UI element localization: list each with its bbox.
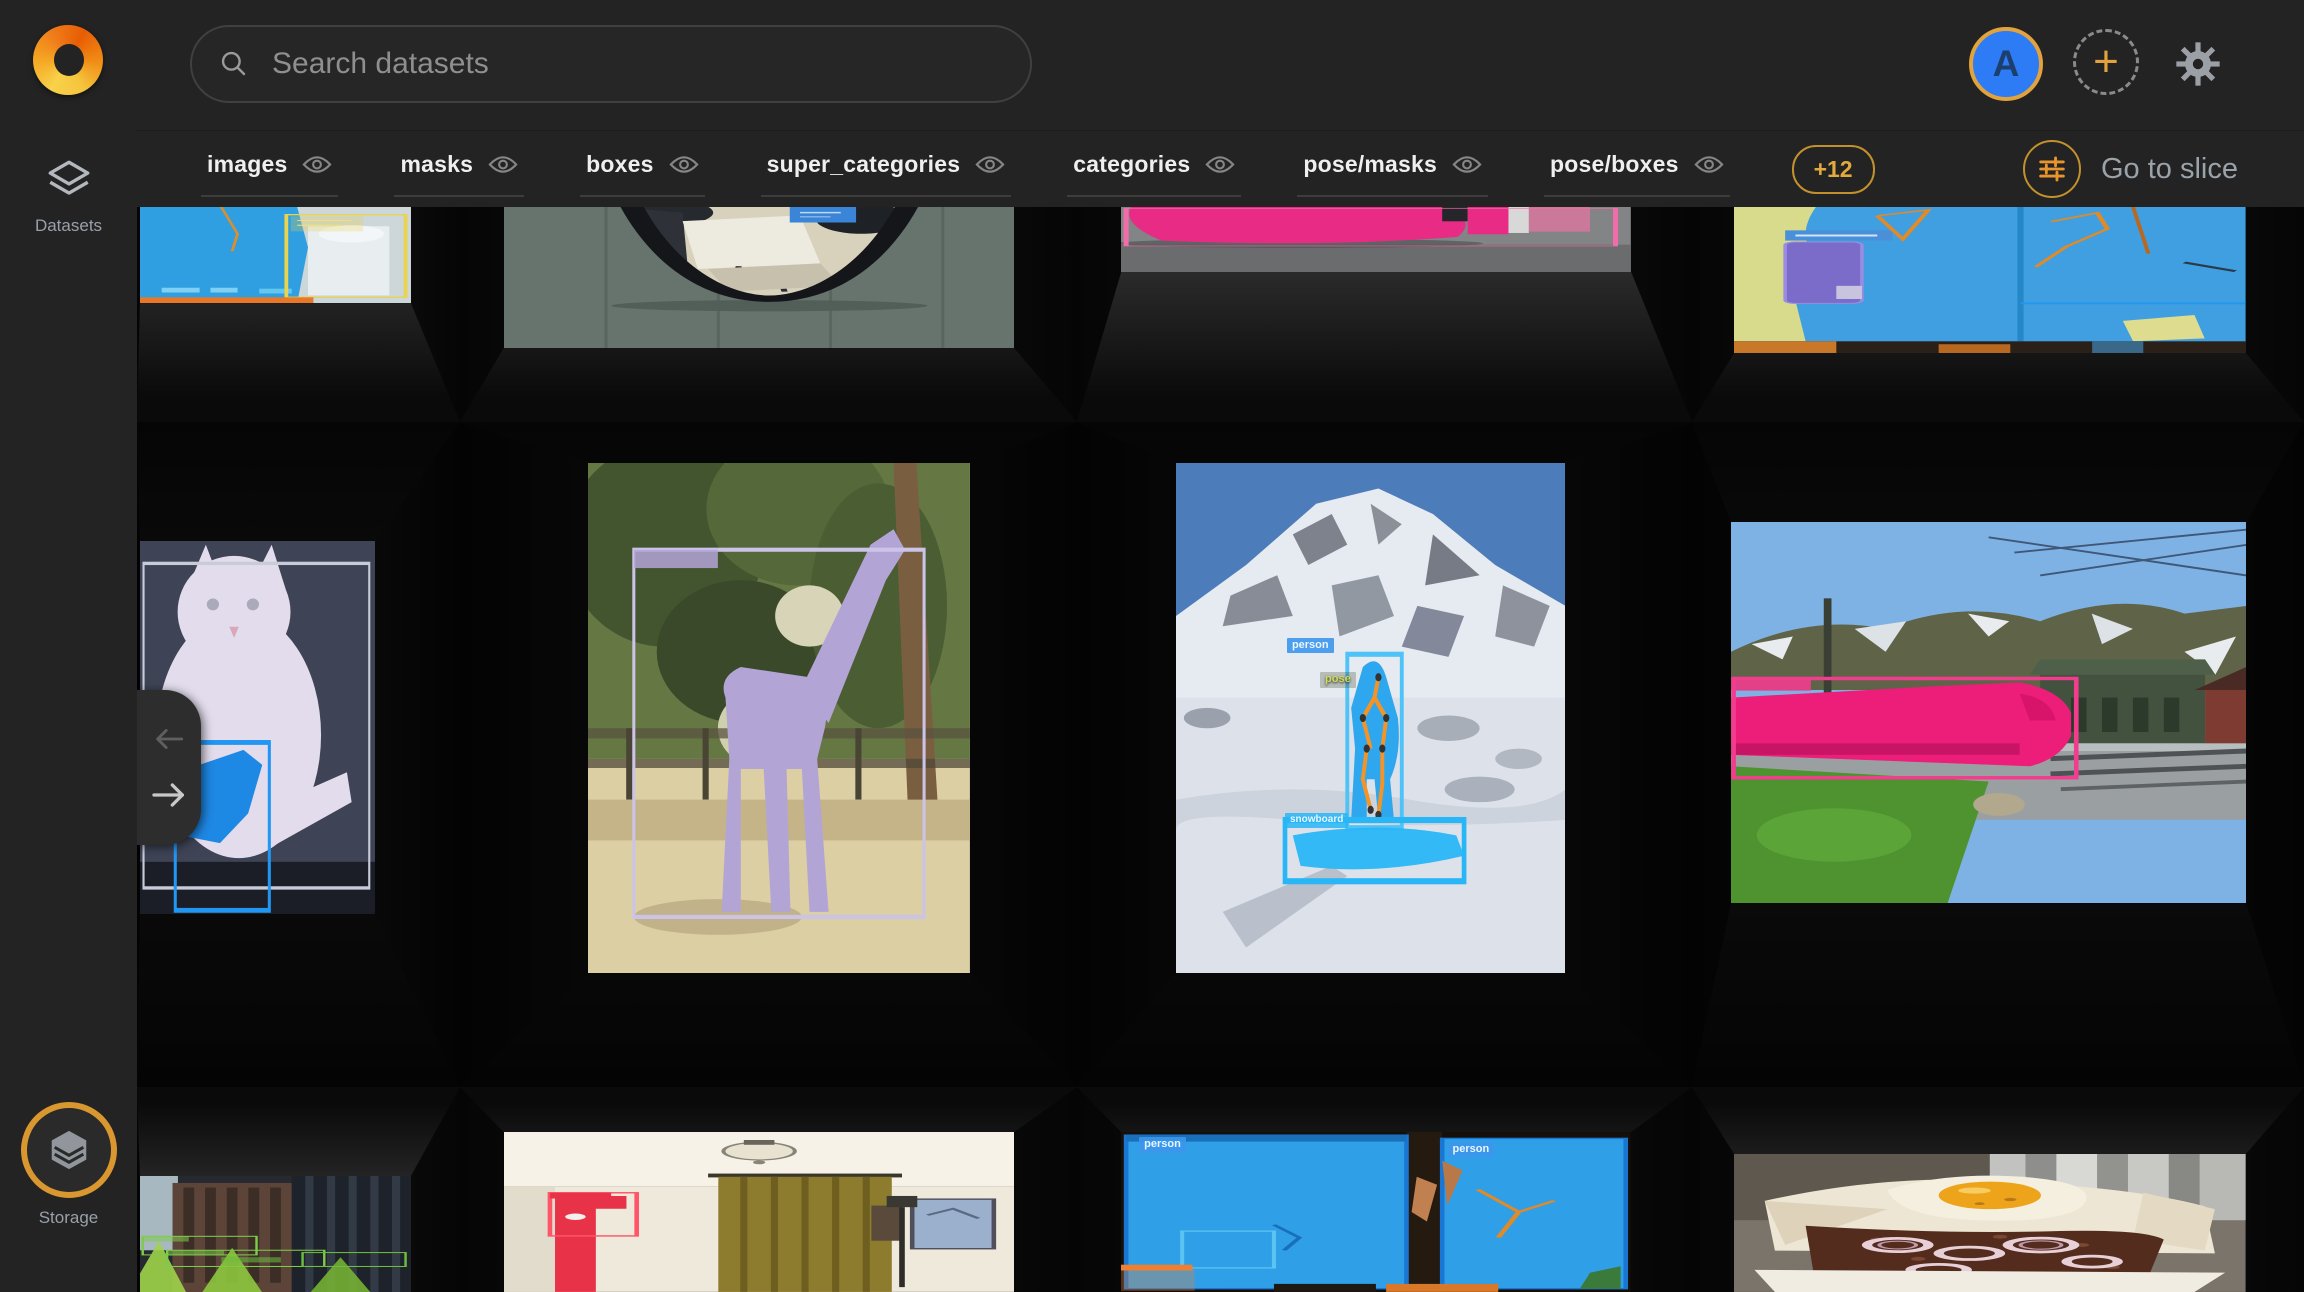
annotation-label-pose: pose [1320,672,1356,688]
sliders-icon [2035,152,2069,186]
sample-image-skier: person pose snowboard [1176,463,1565,973]
top-bar: A + [0,0,2304,130]
gallery-tile-train[interactable] [1692,422,2304,1087]
avatar-letter: A [1993,43,2020,85]
settings-button[interactable] [2172,38,2224,90]
gallery-tile-round-mirror[interactable] [460,207,1077,422]
eye-icon[interactable] [1205,154,1235,175]
sample-image-pose-masks [1734,207,2246,353]
eye-icon[interactable] [975,154,1005,175]
gallery-tile-masked-people[interactable]: person person [1077,1087,1692,1292]
eye-icon[interactable] [488,154,518,175]
annotation-label-person: person [1139,1137,1186,1153]
sample-image-room-interior [504,1132,1014,1292]
gallery-nav-panel [137,690,201,845]
go-to-slice-button[interactable] [2023,140,2081,198]
gear-icon [2172,38,2224,90]
tensor-chip-bar: images masks boxes super_categories [137,130,2304,207]
gallery-tile-street-scene[interactable] [137,207,460,422]
gallery-tile-pink-furniture[interactable] [1077,207,1692,422]
dataset-gallery-canvas: person pose snowboard [137,207,2304,1292]
app-logo-icon[interactable] [33,25,103,95]
chip-categories[interactable]: categories [1067,141,1241,197]
eye-icon[interactable] [669,154,699,175]
go-to-slice-label[interactable]: Go to slice [2101,153,2238,186]
app-window: A + ima [0,0,2304,1292]
layers-icon [44,156,94,206]
sample-image-food-plate [1734,1154,2246,1292]
chip-images[interactable]: images [201,141,338,197]
search-icon [218,48,250,80]
chip-pose-masks[interactable]: pose/masks [1297,141,1488,197]
sample-image-pink-furniture [1121,207,1631,272]
gallery-tile-room-interior[interactable] [460,1087,1077,1292]
chip-super-categories[interactable]: super_categories [761,141,1012,197]
eye-icon[interactable] [302,154,332,175]
next-arrow-icon[interactable] [149,780,189,810]
sidebar-item-datasets[interactable]: Datasets [0,156,137,236]
sample-image-giraffe [588,463,970,973]
sample-image-buildings [140,1176,411,1292]
sample-image-train [1731,522,2246,904]
storage-ring [21,1102,117,1198]
chip-boxes[interactable]: boxes [580,141,704,197]
sample-image-street-scene [140,207,411,303]
annotation-label-person: person [1287,638,1334,654]
more-tensors-count: +12 [1814,156,1853,182]
chip-pose-boxes[interactable]: pose/boxes [1544,141,1730,197]
gallery-tile-giraffe[interactable] [460,422,1077,1087]
eye-icon[interactable] [1452,154,1482,175]
more-tensors-chip[interactable]: +12 [1792,145,1875,194]
eye-icon[interactable] [1694,154,1724,175]
annotation-label-person: person [1448,1142,1495,1158]
chip-label: super_categories [767,151,961,178]
chip-label: pose/boxes [1550,151,1679,178]
gallery-tile-food-plate[interactable] [1692,1087,2304,1292]
sample-image-masked-people: person person [1121,1132,1631,1292]
gallery-tile-buildings[interactable] [137,1087,460,1292]
prev-arrow-icon[interactable] [152,726,186,752]
left-sidebar: Datasets Storage [0,130,137,1292]
annotation-label-snowboard: snowboard [1285,813,1348,828]
sidebar-item-label: Storage [0,1208,137,1228]
chip-label: boxes [586,151,653,178]
chip-label: categories [1073,151,1190,178]
chip-label: pose/masks [1303,151,1437,178]
add-dataset-button[interactable]: + [2073,29,2139,95]
gallery-tile-skier[interactable]: person pose snowboard [1077,422,1692,1087]
chip-masks[interactable]: masks [394,141,524,197]
search-input[interactable] [270,46,1004,82]
gallery-tile-pose-masks[interactable] [1692,207,2304,422]
sample-image-round-mirror [504,207,1014,348]
search-bar [190,25,1032,103]
sidebar-item-storage[interactable]: Storage [0,1102,137,1228]
sidebar-item-label: Datasets [0,216,137,236]
storage-stack-icon [46,1127,92,1173]
user-avatar[interactable]: A [1969,27,2043,101]
chip-label: images [207,151,287,178]
chip-label: masks [400,151,473,178]
